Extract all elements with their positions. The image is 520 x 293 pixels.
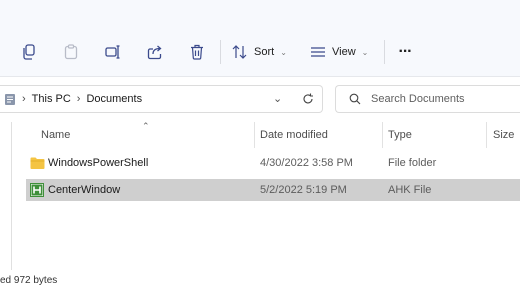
refresh-icon[interactable] <box>302 93 314 105</box>
chevron-down-icon: ⌄ <box>361 47 369 57</box>
file-row-selected[interactable]: CenterWindow 5/2/2022 5:19 PM AHK File <box>26 179 520 201</box>
column-header-date-modified[interactable]: Date modified <box>260 129 328 141</box>
column-header-size[interactable]: Size <box>493 129 514 141</box>
documents-icon <box>5 93 15 105</box>
copy-button[interactable] <box>18 38 40 66</box>
file-date-modified: 5/2/2022 5:19 PM <box>260 184 347 196</box>
search-icon <box>349 93 361 105</box>
file-row[interactable]: WindowsPowerShell 4/30/2022 3:58 PM File… <box>26 152 520 174</box>
view-icon <box>311 47 325 57</box>
command-bar: Sort ⌄ View ⌄ ··· <box>0 0 520 77</box>
breadcrumb-separator-icon: › <box>22 93 26 105</box>
ahk-file-icon <box>30 183 44 197</box>
column-divider[interactable] <box>254 122 255 148</box>
navigation-pane[interactable] <box>0 122 12 270</box>
address-history-chevron-icon[interactable]: ⌄ <box>273 92 282 105</box>
column-divider[interactable] <box>486 122 487 148</box>
file-date-modified: 4/30/2022 3:58 PM <box>260 157 353 169</box>
toolbar-separator <box>220 40 221 64</box>
paste-icon <box>64 44 78 60</box>
more-options-button[interactable]: ··· <box>394 38 416 66</box>
sort-label: Sort <box>254 46 275 58</box>
folder-icon <box>30 157 45 169</box>
sort-icon <box>232 45 247 59</box>
paste-button[interactable] <box>60 38 82 66</box>
trash-icon <box>191 44 203 60</box>
view-label: View <box>332 46 356 58</box>
toolbar-separator <box>384 40 385 64</box>
file-name: CenterWindow <box>48 184 121 196</box>
chevron-down-icon: ⌄ <box>280 47 287 57</box>
breadcrumb-separator-icon: › <box>76 93 81 105</box>
search-box[interactable] <box>335 85 520 113</box>
column-divider[interactable] <box>382 122 383 148</box>
search-input[interactable] <box>371 93 511 105</box>
column-header-name[interactable]: Name <box>41 129 70 141</box>
file-name: WindowsPowerShell <box>48 157 149 169</box>
sort-ascending-icon: ⌃ <box>142 121 150 131</box>
status-bar-text: ed 972 bytes <box>0 275 58 286</box>
breadcrumb-documents[interactable]: Documents <box>86 93 142 105</box>
share-icon <box>147 45 162 60</box>
rename-button[interactable] <box>102 38 124 66</box>
breadcrumb-this-pc[interactable]: This PC <box>32 93 71 105</box>
address-bar[interactable]: › This PC › Documents ⌄ <box>0 85 323 113</box>
share-button[interactable] <box>144 38 166 66</box>
file-type: File folder <box>388 157 437 169</box>
rename-icon <box>105 45 120 59</box>
file-type: AHK File <box>388 184 432 196</box>
column-header-type[interactable]: Type <box>388 129 412 141</box>
copy-icon <box>23 44 35 60</box>
delete-button[interactable] <box>186 38 208 66</box>
sort-button[interactable]: Sort ⌄ <box>232 38 292 66</box>
more-icon: ··· <box>398 43 413 60</box>
view-button[interactable]: View ⌄ <box>310 38 374 66</box>
